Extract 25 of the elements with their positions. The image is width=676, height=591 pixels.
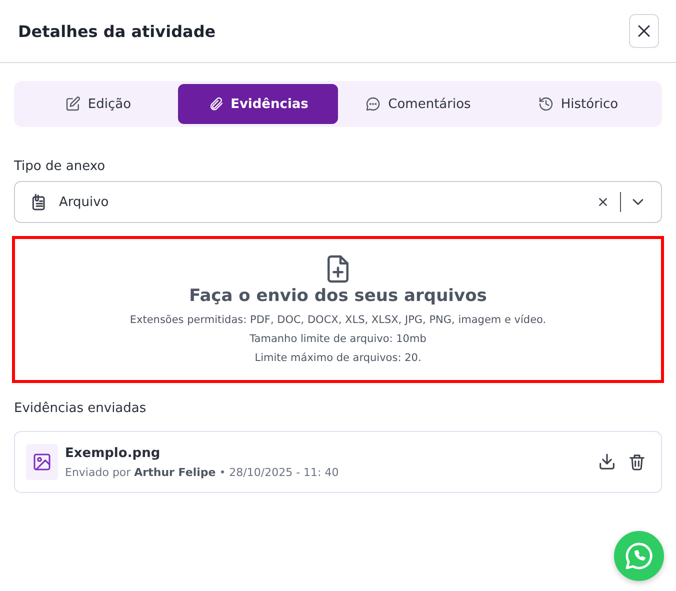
- select-value: Arquivo: [59, 194, 110, 210]
- upload-hint: Limite máximo de arquivos: 20.: [254, 351, 422, 366]
- upload-hint: Tamanho limite de arquivo: 10mb: [250, 332, 426, 347]
- section-label: Evidências enviadas: [14, 401, 148, 416]
- file-name: Exemplo.png: [65, 446, 162, 460]
- upload-area[interactable]: Faça o envio dos seus arquivos Extensões permitidas: PDF, DOC, DOCX, XLS, XLSX, JPG, PNG, imagem e vídeo. Tamanho limite de arquivo: 10mb Limite máximo de arquivos: 20.: [12, 236, 664, 383]
- tab[interactable]: Histórico: [498, 84, 658, 124]
- tab[interactable]: Edição: [18, 84, 178, 124]
- phone-bubble-icon: [623, 540, 655, 572]
- close-button[interactable]: [629, 14, 659, 48]
- pencil-square-icon: [64, 96, 81, 112]
- tab[interactable]: Evidências: [178, 84, 338, 124]
- trash-icon: [627, 452, 647, 472]
- field-label: Tipo de anexo: [14, 159, 106, 174]
- image-icon: [32, 452, 52, 472]
- select-field[interactable]: Arquivo: [14, 181, 662, 223]
- clock-history-icon: [538, 96, 554, 112]
- speech-bubble-icon: [365, 96, 382, 112]
- file-meta: Enviado por Arthur Felipe • 28/10/2025 - 11: 40: [65, 466, 340, 478]
- dialog-title: Detalhes da atividade: [18, 22, 216, 40]
- tab[interactable]: Comentários: [338, 84, 498, 124]
- upload-title: Faça o envio dos seus arquivos: [189, 286, 487, 306]
- upload-hint: Extensões permitidas: PDF, DOC, DOCX, XLS, XLSX, JPG, PNG, imagem e vídeo.: [130, 313, 546, 328]
- download-icon: [597, 452, 617, 472]
- paperclip-icon: [208, 96, 224, 112]
